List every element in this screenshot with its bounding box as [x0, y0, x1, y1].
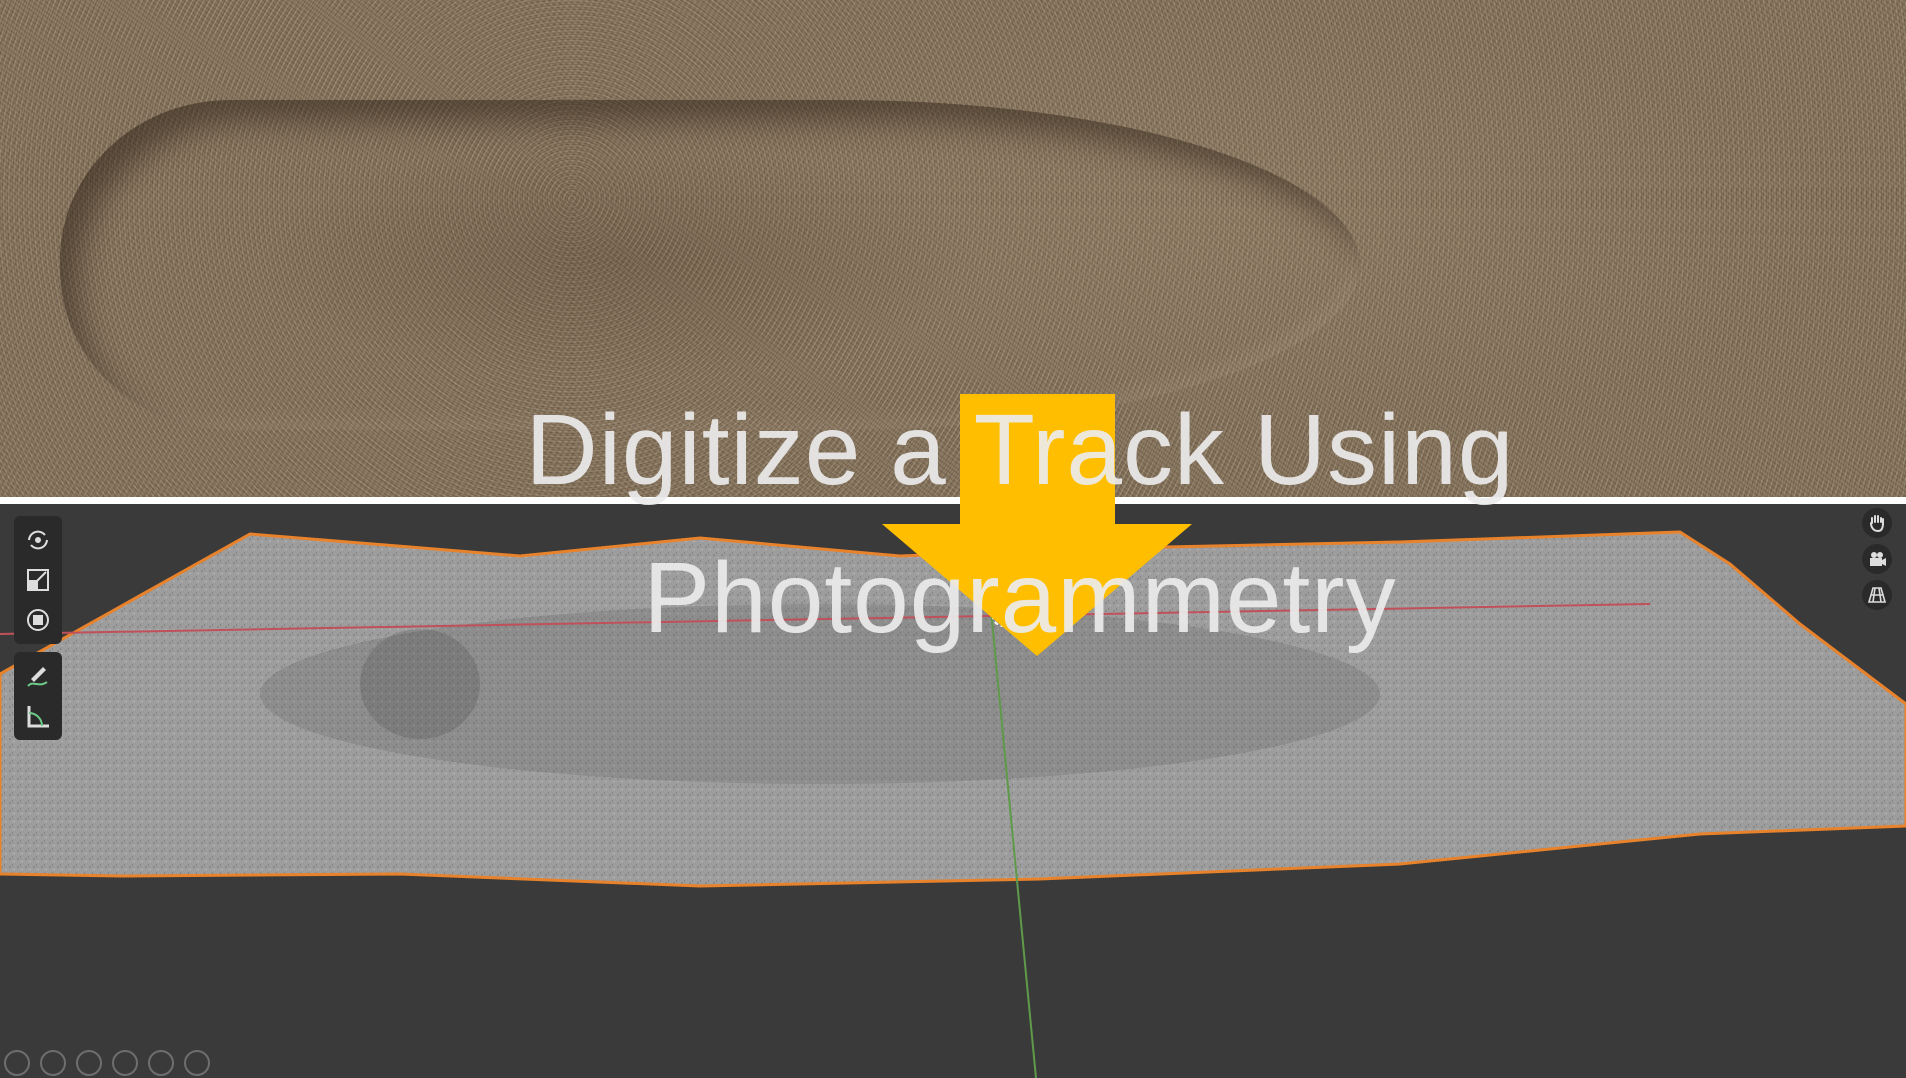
annotate-icon	[27, 667, 48, 687]
measure-tool[interactable]	[14, 696, 62, 736]
camera-icon	[1870, 552, 1886, 566]
navigation-gizmo	[1862, 508, 1896, 616]
bottom-tool-button[interactable]	[184, 1050, 210, 1076]
hand-pan-icon	[1870, 515, 1884, 533]
transform-icon	[27, 609, 49, 631]
annotation-tool-group	[14, 652, 62, 740]
orbit-tool[interactable]	[14, 520, 62, 560]
bottom-tool-button[interactable]	[112, 1050, 138, 1076]
measure-icon	[27, 706, 49, 728]
bottom-tool-button[interactable]	[40, 1050, 66, 1076]
annotate-tool[interactable]	[14, 656, 62, 696]
bottom-tool-button[interactable]	[76, 1050, 102, 1076]
bottom-tool-button[interactable]	[4, 1050, 30, 1076]
bottom-tool-strip	[0, 1048, 210, 1078]
scale-tool[interactable]	[14, 560, 62, 600]
title-overlay: Digitize a Track Using Photogrammetry	[400, 376, 1640, 672]
camera-view-button[interactable]	[1862, 544, 1892, 574]
orbit-icon	[28, 530, 48, 550]
title-line-1: Digitize a Track Using	[525, 394, 1515, 506]
transform-tool-group	[14, 516, 62, 644]
grid-perspective-icon	[1867, 587, 1887, 603]
bottom-tool-button[interactable]	[148, 1050, 174, 1076]
transform-tool[interactable]	[14, 600, 62, 640]
left-toolbar	[14, 516, 62, 748]
title-line-2: Photogrammetry	[643, 542, 1397, 654]
pan-view-button[interactable]	[1862, 508, 1892, 538]
scale-icon	[27, 569, 49, 591]
perspective-toggle-button[interactable]	[1862, 580, 1892, 610]
